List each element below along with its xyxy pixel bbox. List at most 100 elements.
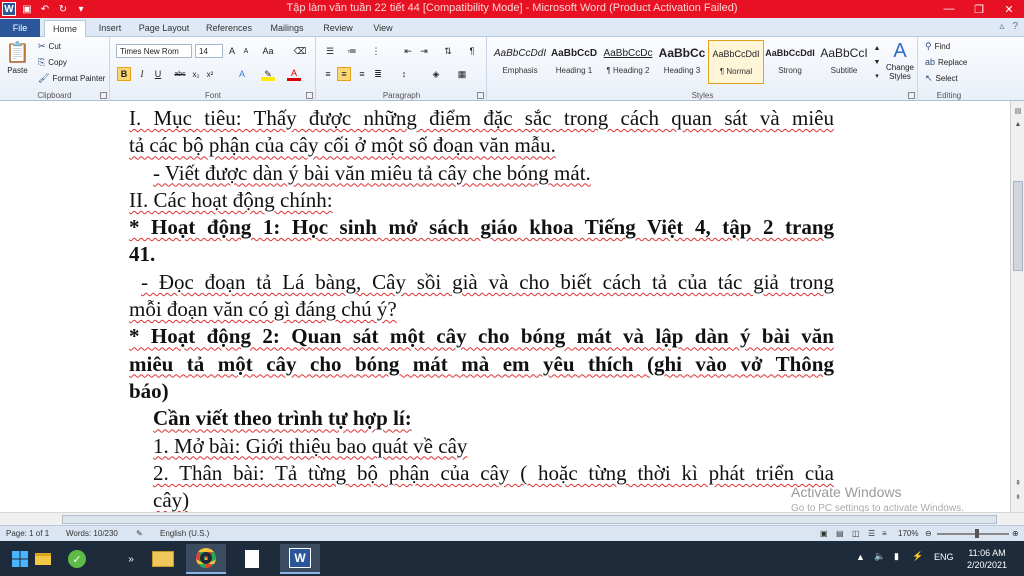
styles-more-icon[interactable]: ▾ xyxy=(870,69,884,83)
close-button[interactable]: ✕ xyxy=(994,0,1024,18)
align-center-icon[interactable]: ≡ xyxy=(337,67,351,81)
zoom-level[interactable]: 170% xyxy=(898,529,918,538)
zoom-in-icon[interactable]: ⊕ xyxy=(1012,529,1019,538)
replace-button[interactable]: ab Replace xyxy=(925,57,967,67)
view-print-layout-icon[interactable]: ▣ xyxy=(820,529,828,538)
italic-icon[interactable]: I xyxy=(135,67,149,81)
font-name-combo[interactable]: Times New Rom xyxy=(116,44,192,58)
select-button[interactable]: ↖ Select xyxy=(925,73,958,84)
horizontal-scrollbar[interactable] xyxy=(0,512,1024,525)
scroll-up-icon[interactable]: ▲ xyxy=(1011,121,1024,128)
document-area[interactable]: I. Mục tiêu: Thấy được những điểm đặc sắ… xyxy=(0,101,1010,512)
style-subtitle[interactable]: AaBbCcI Subtitle xyxy=(816,40,872,84)
increase-indent-icon[interactable]: ⇥ xyxy=(417,44,431,58)
strikethrough-icon[interactable]: abc xyxy=(173,67,187,81)
change-case-icon[interactable]: Aa xyxy=(261,44,275,58)
cut-button[interactable]: ✂ Cut xyxy=(38,41,61,52)
word-count[interactable]: Words: 10/230 xyxy=(66,529,118,538)
borders-icon[interactable]: ▦ xyxy=(455,67,469,81)
zoom-slider[interactable] xyxy=(937,533,1009,535)
numbering-icon[interactable]: ≔ xyxy=(345,44,359,58)
word-taskbar-icon[interactable]: W xyxy=(280,544,320,574)
superscript-icon[interactable]: x² xyxy=(203,67,217,81)
bold-icon[interactable]: B xyxy=(117,67,131,81)
clock[interactable]: 11:06 AM 2/20/2021 xyxy=(964,547,1010,571)
styles-scroll-down-icon[interactable]: ▼ xyxy=(870,55,884,69)
tab-view[interactable]: View xyxy=(366,20,400,37)
ruler-toggle-icon[interactable]: ▤ xyxy=(1011,107,1024,115)
app-icon-green[interactable]: ✓ xyxy=(62,544,92,574)
shading-icon[interactable]: ◈ xyxy=(429,67,443,81)
view-full-screen-icon[interactable]: ▤ xyxy=(836,529,844,538)
highlight-icon[interactable]: ✎ xyxy=(261,67,275,81)
tab-references[interactable]: References xyxy=(200,20,258,37)
font-size-combo[interactable]: 14 xyxy=(195,44,223,58)
paste-button[interactable]: 📋 Paste xyxy=(5,40,30,75)
align-right-icon[interactable]: ≡ xyxy=(355,67,369,81)
prev-page-icon[interactable]: ⇞ xyxy=(1011,479,1024,487)
style-normal[interactable]: AaBbCcDdI ¶ Normal xyxy=(708,40,764,84)
tab-insert[interactable]: Insert xyxy=(92,20,128,37)
tab-review[interactable]: Review xyxy=(318,20,358,37)
clipboard-launcher-icon[interactable] xyxy=(100,92,107,99)
copy-button[interactable]: ⎘ Copy xyxy=(38,57,67,68)
proofing-icon[interactable]: ✎ xyxy=(136,529,143,538)
network-icon[interactable]: ▮ xyxy=(894,551,899,562)
hscroll-thumb[interactable] xyxy=(62,515,997,524)
tab-mailings[interactable]: Mailings xyxy=(264,20,310,37)
text-effects-icon[interactable]: A xyxy=(235,67,249,81)
find-button[interactable]: ⚲ Find xyxy=(925,41,950,52)
volume-icon[interactable]: 🔈 xyxy=(874,551,885,562)
zoom-out-icon[interactable]: ⊖ xyxy=(925,529,932,538)
grow-font-icon[interactable]: A xyxy=(225,44,239,58)
styles-launcher-icon[interactable] xyxy=(908,92,915,99)
tab-page-layout[interactable]: Page Layout xyxy=(134,20,194,37)
subscript-icon[interactable]: x₂ xyxy=(189,67,203,81)
style-heading-1[interactable]: AaBbCcD Heading 1 xyxy=(546,40,602,84)
next-page-icon[interactable]: ⇟ xyxy=(1011,493,1024,501)
clear-format-icon[interactable]: ⌫ xyxy=(293,44,307,58)
font-color-icon[interactable]: A xyxy=(287,67,301,81)
style-heading-3[interactable]: AaBbCc Heading 3 xyxy=(654,40,710,84)
vertical-scrollbar[interactable]: ▤ ▲ ⇞ ⇟ xyxy=(1010,101,1024,512)
scroll-thumb[interactable] xyxy=(1013,181,1023,271)
font-launcher-icon[interactable] xyxy=(306,92,313,99)
multilevel-list-icon[interactable]: ⋮ xyxy=(369,44,383,58)
help-icon[interactable]: ? xyxy=(1012,21,1018,32)
tab-home[interactable]: Home xyxy=(44,20,86,37)
language-indicator[interactable]: English (U.S.) xyxy=(160,529,209,538)
styles-scroll-up-icon[interactable]: ▲ xyxy=(870,41,884,55)
style-emphasis[interactable]: AaBbCcDdI Emphasis xyxy=(492,40,548,84)
view-draft-icon[interactable]: ≡ xyxy=(882,529,887,538)
shrink-font-icon[interactable]: A xyxy=(239,44,253,58)
bullets-icon[interactable]: ☰ xyxy=(323,44,337,58)
show-marks-icon[interactable]: ¶ xyxy=(465,44,479,58)
line-spacing-icon[interactable]: ↕ xyxy=(397,67,411,81)
align-left-icon[interactable]: ≡ xyxy=(321,67,335,81)
view-web-icon[interactable]: ◫ xyxy=(852,529,860,538)
zoom-slider-knob[interactable] xyxy=(975,529,979,538)
change-styles-button[interactable]: A Change Styles xyxy=(883,40,917,81)
page-count[interactable]: Page: 1 of 1 xyxy=(6,529,49,538)
blank-file-icon[interactable] xyxy=(232,544,272,574)
view-outline-icon[interactable]: ☰ xyxy=(868,529,875,538)
style-heading-2[interactable]: AaBbCcDc ¶ Heading 2 xyxy=(600,40,656,84)
document-body[interactable]: I. Mục tiêu: Thấy được những điểm đặc sắ… xyxy=(129,105,834,512)
power-icon[interactable]: ⚡ xyxy=(912,551,923,562)
style-strong[interactable]: AaBbCcDdI Strong xyxy=(762,40,818,84)
chrome-icon[interactable] xyxy=(186,544,226,574)
input-language[interactable]: ENG xyxy=(934,552,954,562)
format-painter-button[interactable]: 🖌 Format Painter xyxy=(38,73,105,84)
sort-icon[interactable]: ⇅ xyxy=(441,44,455,58)
restore-button[interactable]: ❐ xyxy=(964,0,994,18)
explorer-window-icon[interactable] xyxy=(146,544,180,574)
minimize-ribbon-icon[interactable]: ▵ xyxy=(999,21,1004,32)
decrease-indent-icon[interactable]: ⇤ xyxy=(401,44,415,58)
overflow-chevron-icon[interactable]: » xyxy=(118,544,144,574)
minimize-button[interactable]: — xyxy=(934,0,964,18)
file-explorer-icon[interactable] xyxy=(28,544,58,574)
tab-file[interactable]: File xyxy=(0,19,40,37)
paragraph-launcher-icon[interactable] xyxy=(477,92,484,99)
justify-icon[interactable]: ≣ xyxy=(371,67,385,81)
underline-icon[interactable]: U xyxy=(151,67,165,81)
